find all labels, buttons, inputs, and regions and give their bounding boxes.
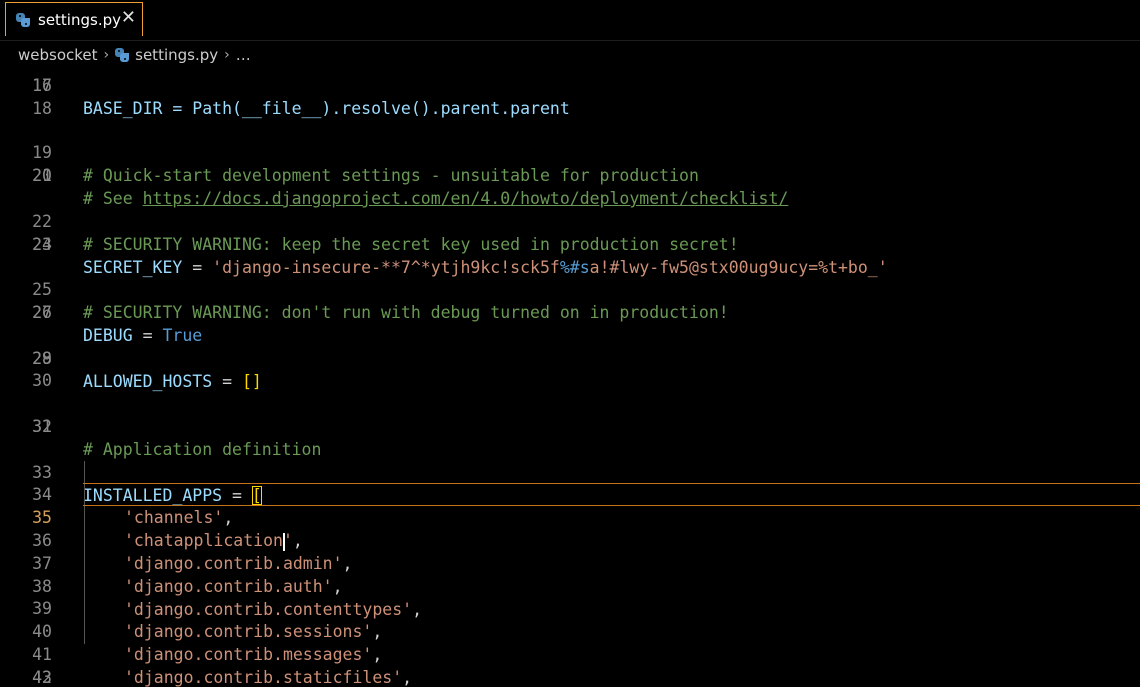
line-number: 21: [32, 166, 52, 185]
tab-settings-py[interactable]: settings.py ✕: [5, 2, 143, 36]
line-number: 27: [32, 303, 52, 322]
code-line: 23 SECRET_KEY = 'django-insecure-**7^*yt…: [0, 210, 1140, 277]
code-line: 40 'django.contrib.messages',: [0, 597, 1140, 664]
code-line: 17: [0, 74, 1140, 97]
code-line: 22 # SECURITY WARNING: keep the secret k…: [0, 187, 1140, 254]
code-line: 32: [0, 415, 1140, 438]
code-line: 30: [0, 369, 1140, 392]
code-line: 20 # See https://docs.djangoproject.com/…: [0, 141, 1140, 208]
breadcrumb-more[interactable]: …: [236, 46, 251, 64]
code-line: 28 ALLOWED_HOSTS = []: [0, 324, 1140, 391]
line-number: 17: [32, 76, 52, 95]
code-line: 31 # Application definition: [0, 392, 1140, 459]
code-editor[interactable]: 16 BASE_DIR = Path(__file__).resolve().p…: [0, 42, 1140, 687]
tab-bar: settings.py ✕: [0, 0, 1140, 41]
code-line: 26 DEBUG = True: [0, 278, 1140, 345]
breadcrumb: websocket › settings.py › …: [0, 42, 1140, 68]
code-line: 24: [0, 233, 1140, 256]
code-line: 34 'channels',: [0, 460, 1140, 527]
code-line: 42 ]: [0, 643, 1140, 687]
breadcrumb-file[interactable]: settings.py: [135, 46, 218, 64]
code-line: 43: [0, 666, 1140, 687]
chevron-right-icon: ›: [103, 47, 110, 63]
line-number: 29: [32, 349, 52, 368]
python-icon: [115, 48, 130, 62]
code-line: 38 'django.contrib.contenttypes',: [0, 552, 1140, 619]
code-line-current: 35 'chatapplication',: [0, 483, 1140, 551]
code-line: 19 # Quick-start development settings - …: [0, 118, 1140, 185]
close-icon[interactable]: ✕: [121, 9, 136, 27]
code-line: 21: [0, 164, 1140, 187]
code-line: 25 # SECURITY WARNING: don't run with de…: [0, 255, 1140, 322]
line-number: 43: [32, 668, 52, 687]
code-line: 37 'django.contrib.auth',: [0, 529, 1140, 596]
line-number: 24: [32, 235, 52, 254]
code-line: 27: [0, 301, 1140, 324]
code-line: 29: [0, 347, 1140, 370]
line-number: 30: [32, 371, 52, 390]
line-number: 32: [32, 417, 52, 436]
code-line: 36 'django.contrib.admin',: [0, 506, 1140, 573]
tab-label: settings.py: [38, 10, 121, 29]
breadcrumb-folder[interactable]: websocket: [18, 46, 98, 64]
code-line: 41 'django.contrib.staticfiles',: [0, 620, 1140, 687]
python-icon: [16, 12, 30, 27]
chevron-right-icon: ›: [224, 47, 230, 63]
code-line: 18: [0, 97, 1140, 120]
line-number: 18: [32, 99, 52, 118]
code-line: 33 INSTALLED_APPS = [: [0, 438, 1140, 505]
code-line: 39 'django.contrib.sessions',: [0, 574, 1140, 641]
